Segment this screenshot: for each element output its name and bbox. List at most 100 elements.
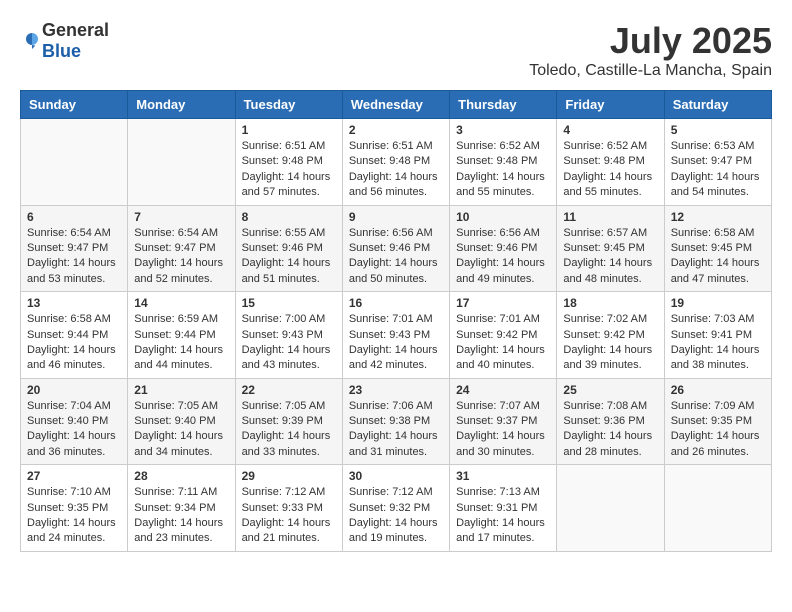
calendar-week-3: 13 Sunrise: 6:58 AM Sunset: 9:44 PM Dayli… xyxy=(21,292,772,379)
day-number: 8 xyxy=(242,210,336,224)
day-number: 1 xyxy=(242,123,336,137)
weekday-header-sunday: Sunday xyxy=(21,91,128,119)
month-title: July 2025 xyxy=(529,20,772,62)
weekday-header-thursday: Thursday xyxy=(450,91,557,119)
day-number: 7 xyxy=(134,210,228,224)
day-number: 27 xyxy=(27,469,121,483)
day-number: 29 xyxy=(242,469,336,483)
day-info: Sunrise: 7:04 AM Sunset: 9:40 PM Dayligh… xyxy=(27,399,121,461)
weekday-header-tuesday: Tuesday xyxy=(235,91,342,119)
day-info: Sunrise: 6:54 AM Sunset: 9:47 PM Dayligh… xyxy=(134,226,228,288)
day-number: 15 xyxy=(242,296,336,310)
day-info: Sunrise: 6:51 AM Sunset: 9:48 PM Dayligh… xyxy=(349,139,443,201)
calendar-table: SundayMondayTuesdayWednesdayThursdayFrid… xyxy=(20,90,772,552)
calendar-cell xyxy=(128,119,235,206)
calendar-cell: 20 Sunrise: 7:04 AM Sunset: 9:40 PM Dayli… xyxy=(21,378,128,465)
calendar-cell: 3 Sunrise: 6:52 AM Sunset: 9:48 PM Daylig… xyxy=(450,119,557,206)
day-number: 6 xyxy=(27,210,121,224)
day-number: 13 xyxy=(27,296,121,310)
logo-general: General xyxy=(42,20,109,40)
calendar-cell: 13 Sunrise: 6:58 AM Sunset: 9:44 PM Dayli… xyxy=(21,292,128,379)
day-info: Sunrise: 6:58 AM Sunset: 9:45 PM Dayligh… xyxy=(671,226,765,288)
logo-blue: Blue xyxy=(42,41,81,61)
calendar-week-2: 6 Sunrise: 6:54 AM Sunset: 9:47 PM Daylig… xyxy=(21,205,772,292)
logo: General Blue xyxy=(20,20,109,62)
calendar-cell: 1 Sunrise: 6:51 AM Sunset: 9:48 PM Daylig… xyxy=(235,119,342,206)
day-number: 21 xyxy=(134,383,228,397)
day-number: 23 xyxy=(349,383,443,397)
calendar-cell: 31Sunrise: 7:13 AM Sunset: 9:31 PM Dayli… xyxy=(450,465,557,552)
calendar-cell: 24 Sunrise: 7:07 AM Sunset: 9:37 PM Dayli… xyxy=(450,378,557,465)
day-info: Sunrise: 7:07 AM Sunset: 9:37 PM Dayligh… xyxy=(456,399,550,461)
location-title: Toledo, Castille-La Mancha, Spain xyxy=(529,62,772,80)
calendar-cell: 17 Sunrise: 7:01 AM Sunset: 9:42 PM Dayli… xyxy=(450,292,557,379)
day-number: 17 xyxy=(456,296,550,310)
calendar-cell: 15Sunrise: 7:00 AM Sunset: 9:43 PM Dayli… xyxy=(235,292,342,379)
day-number: 24 xyxy=(456,383,550,397)
day-number: 19 xyxy=(671,296,765,310)
day-info: Sunrise: 7:05 AM Sunset: 9:40 PM Dayligh… xyxy=(134,399,228,461)
calendar-cell xyxy=(664,465,771,552)
calendar-cell: 7 Sunrise: 6:54 AM Sunset: 9:47 PM Daylig… xyxy=(128,205,235,292)
day-info: Sunrise: 6:56 AM Sunset: 9:46 PM Dayligh… xyxy=(456,226,550,288)
day-info: Sunrise: 7:12 AM Sunset: 9:33 PM Dayligh… xyxy=(242,485,336,547)
day-info: Sunrise: 7:02 AM Sunset: 9:42 PM Dayligh… xyxy=(563,312,657,374)
weekday-header-row: SundayMondayTuesdayWednesdayThursdayFrid… xyxy=(21,91,772,119)
calendar-cell xyxy=(557,465,664,552)
calendar-cell: 22Sunrise: 7:05 AM Sunset: 9:39 PM Dayli… xyxy=(235,378,342,465)
calendar-cell: 29 Sunrise: 7:12 AM Sunset: 9:33 PM Dayli… xyxy=(235,465,342,552)
day-number: 26 xyxy=(671,383,765,397)
calendar-cell: 23 Sunrise: 7:06 AM Sunset: 9:38 PM Dayli… xyxy=(342,378,449,465)
day-number: 28 xyxy=(134,469,228,483)
day-info: Sunrise: 6:51 AM Sunset: 9:48 PM Dayligh… xyxy=(242,139,336,201)
day-info: Sunrise: 7:12 AM Sunset: 9:32 PM Dayligh… xyxy=(349,485,443,547)
weekday-header-monday: Monday xyxy=(128,91,235,119)
calendar-cell: 5 Sunrise: 6:53 AM Sunset: 9:47 PM Daylig… xyxy=(664,119,771,206)
day-info: Sunrise: 6:53 AM Sunset: 9:47 PM Dayligh… xyxy=(671,139,765,201)
day-info: Sunrise: 7:09 AM Sunset: 9:35 PM Dayligh… xyxy=(671,399,765,461)
day-number: 14 xyxy=(134,296,228,310)
day-info: Sunrise: 6:58 AM Sunset: 9:44 PM Dayligh… xyxy=(27,312,121,374)
day-number: 16 xyxy=(349,296,443,310)
day-info: Sunrise: 7:01 AM Sunset: 9:42 PM Dayligh… xyxy=(456,312,550,374)
weekday-header-wednesday: Wednesday xyxy=(342,91,449,119)
calendar-cell: 26 Sunrise: 7:09 AM Sunset: 9:35 PM Dayli… xyxy=(664,378,771,465)
calendar-week-1: 1 Sunrise: 6:51 AM Sunset: 9:48 PM Daylig… xyxy=(21,119,772,206)
title-block: July 2025 Toledo, Castille-La Mancha, Sp… xyxy=(529,20,772,80)
calendar-week-5: 27 Sunrise: 7:10 AM Sunset: 9:35 PM Dayli… xyxy=(21,465,772,552)
day-number: 5 xyxy=(671,123,765,137)
day-number: 4 xyxy=(563,123,657,137)
day-info: Sunrise: 7:05 AM Sunset: 9:39 PM Dayligh… xyxy=(242,399,336,461)
calendar-cell xyxy=(21,119,128,206)
calendar-cell: 16Sunrise: 7:01 AM Sunset: 9:43 PM Dayli… xyxy=(342,292,449,379)
calendar-cell: 14 Sunrise: 6:59 AM Sunset: 9:44 PM Dayli… xyxy=(128,292,235,379)
calendar-cell: 30Sunrise: 7:12 AM Sunset: 9:32 PM Dayli… xyxy=(342,465,449,552)
calendar-cell: 28 Sunrise: 7:11 AM Sunset: 9:34 PM Dayli… xyxy=(128,465,235,552)
day-number: 12 xyxy=(671,210,765,224)
day-info: Sunrise: 7:08 AM Sunset: 9:36 PM Dayligh… xyxy=(563,399,657,461)
calendar-cell: 12 Sunrise: 6:58 AM Sunset: 9:45 PM Dayli… xyxy=(664,205,771,292)
day-number: 3 xyxy=(456,123,550,137)
day-info: Sunrise: 6:56 AM Sunset: 9:46 PM Dayligh… xyxy=(349,226,443,288)
day-info: Sunrise: 7:10 AM Sunset: 9:35 PM Dayligh… xyxy=(27,485,121,547)
day-info: Sunrise: 7:13 AM Sunset: 9:31 PM Dayligh… xyxy=(456,485,550,547)
day-info: Sunrise: 6:55 AM Sunset: 9:46 PM Dayligh… xyxy=(242,226,336,288)
calendar-cell: 4Sunrise: 6:52 AM Sunset: 9:48 PM Daylig… xyxy=(557,119,664,206)
weekday-header-saturday: Saturday xyxy=(664,91,771,119)
day-info: Sunrise: 6:54 AM Sunset: 9:47 PM Dayligh… xyxy=(27,226,121,288)
day-number: 18 xyxy=(563,296,657,310)
day-info: Sunrise: 6:52 AM Sunset: 9:48 PM Dayligh… xyxy=(456,139,550,201)
calendar-cell: 8 Sunrise: 6:55 AM Sunset: 9:46 PM Daylig… xyxy=(235,205,342,292)
logo-icon xyxy=(22,31,42,51)
calendar-week-4: 20 Sunrise: 7:04 AM Sunset: 9:40 PM Dayli… xyxy=(21,378,772,465)
calendar-cell: 27 Sunrise: 7:10 AM Sunset: 9:35 PM Dayli… xyxy=(21,465,128,552)
page-header: General Blue July 2025 Toledo, Castille-… xyxy=(20,20,772,80)
calendar-cell: 25Sunrise: 7:08 AM Sunset: 9:36 PM Dayli… xyxy=(557,378,664,465)
day-info: Sunrise: 7:11 AM Sunset: 9:34 PM Dayligh… xyxy=(134,485,228,547)
day-info: Sunrise: 7:06 AM Sunset: 9:38 PM Dayligh… xyxy=(349,399,443,461)
day-number: 20 xyxy=(27,383,121,397)
calendar-cell: 19Sunrise: 7:03 AM Sunset: 9:41 PM Dayli… xyxy=(664,292,771,379)
day-number: 11 xyxy=(563,210,657,224)
day-info: Sunrise: 6:59 AM Sunset: 9:44 PM Dayligh… xyxy=(134,312,228,374)
day-number: 2 xyxy=(349,123,443,137)
